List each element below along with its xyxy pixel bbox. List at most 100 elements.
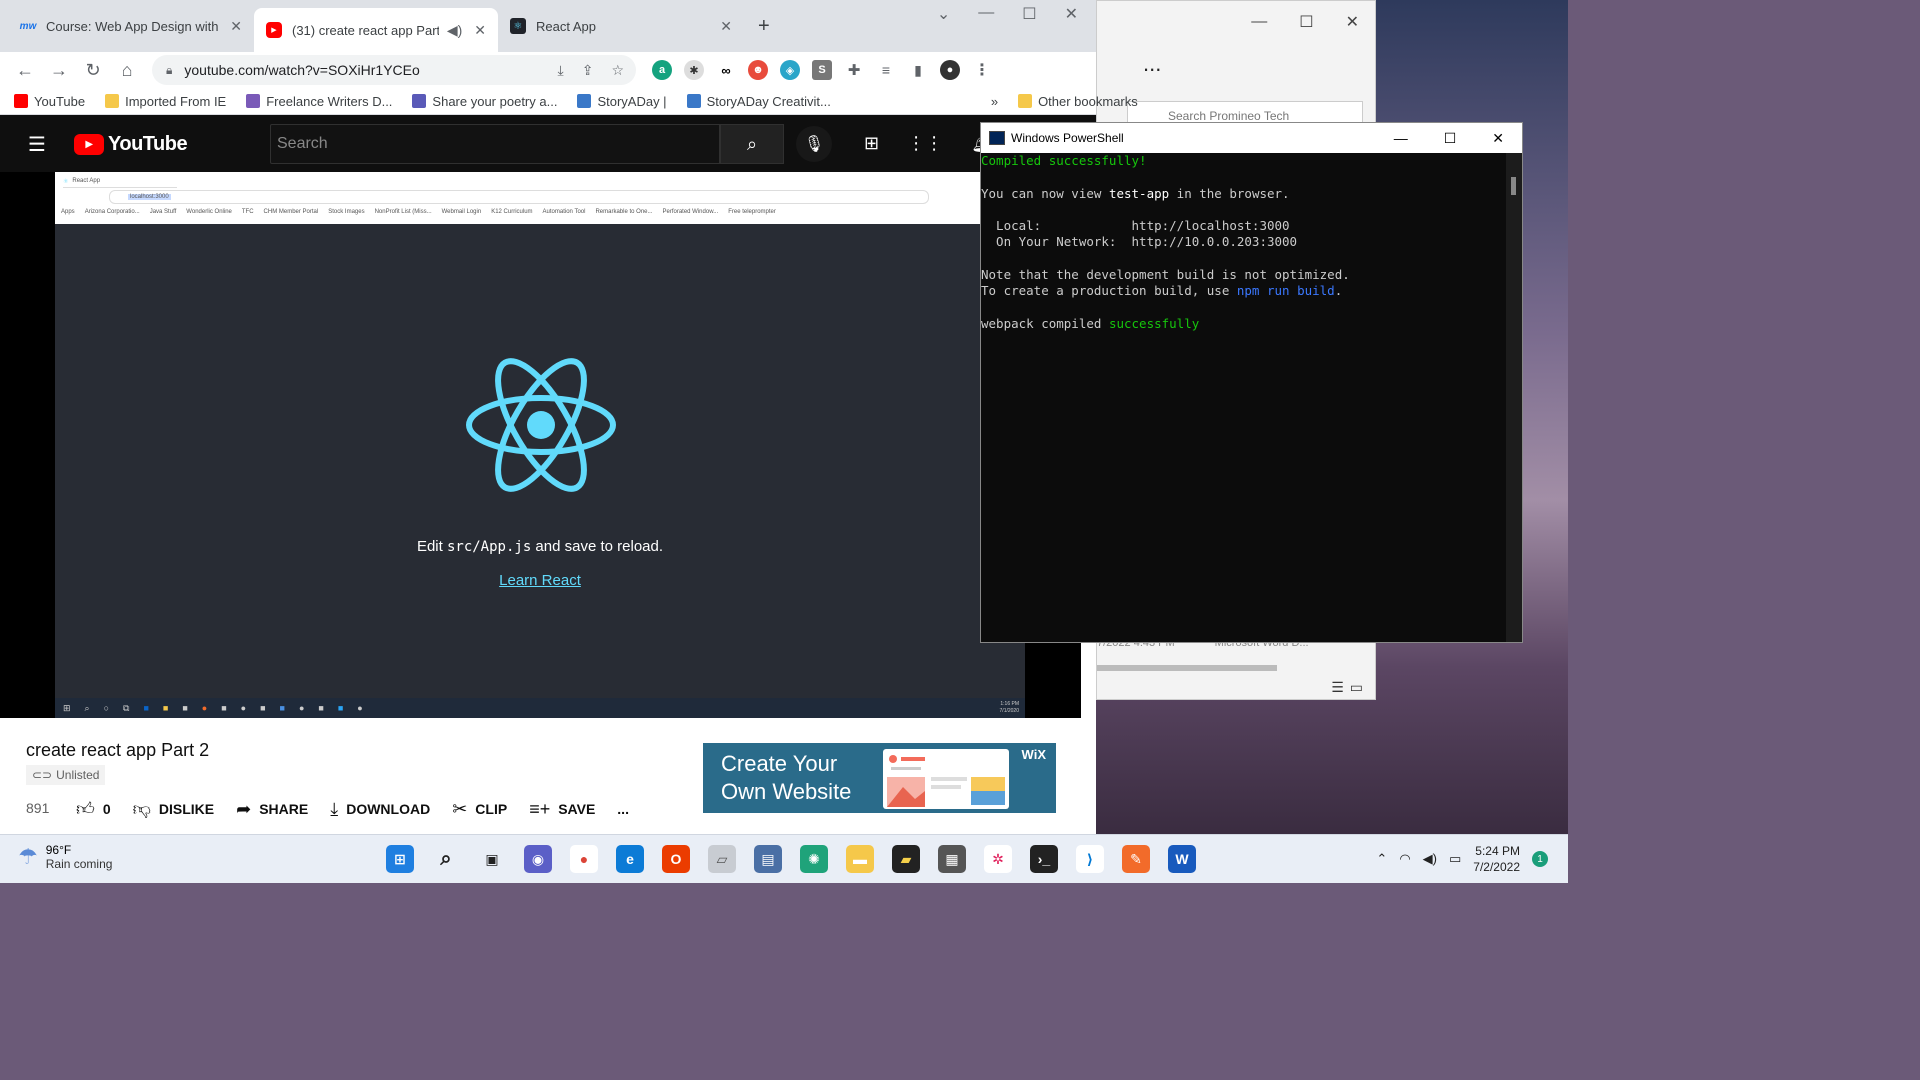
app-icon[interactable]: ▤: [754, 845, 782, 873]
search-input[interactable]: Search: [270, 124, 720, 164]
shield-icon[interactable]: ◈: [780, 60, 800, 80]
minimize-icon[interactable]: —: [978, 4, 994, 24]
vscode-icon[interactable]: ⟩: [1076, 845, 1104, 873]
other-bookmarks[interactable]: Other bookmarks: [1018, 94, 1138, 109]
hamburger-menu-icon[interactable]: ☰: [28, 132, 48, 157]
volume-icon[interactable]: ◀): [1423, 851, 1437, 867]
youtube-logo[interactable]: ▶ YouTube: [74, 133, 188, 156]
calculator-icon[interactable]: ▦: [938, 845, 966, 873]
bookmark-youtube[interactable]: YouTube: [14, 94, 85, 109]
close-tab-icon[interactable]: ✕: [230, 18, 242, 35]
powershell-titlebar[interactable]: Windows PowerShell — ☐ ✕: [981, 123, 1522, 153]
bookmark-imported[interactable]: Imported From IE: [105, 94, 226, 109]
tab-course[interactable]: mw Course: Web App Design with Re ✕: [8, 8, 254, 44]
download-button[interactable]: ⤓ DOWNLOAD: [330, 799, 430, 820]
tiles-view-icon[interactable]: ▭: [1350, 679, 1363, 696]
close-tab-icon[interactable]: ✕: [720, 18, 732, 35]
bookmark-storyaday-creativity[interactable]: StoryADay Creativit...: [686, 94, 831, 109]
tab-react-app[interactable]: ⚛ React App ✕: [498, 8, 744, 44]
new-tab-button[interactable]: +: [746, 8, 786, 44]
close-icon[interactable]: ✕: [1492, 130, 1504, 147]
bug-icon[interactable]: ✱: [684, 60, 704, 80]
avatar[interactable]: ●: [940, 60, 960, 80]
battery-icon[interactable]: ▭: [1449, 851, 1461, 867]
video-bookmark: Free teleprompter: [728, 209, 776, 215]
video-player[interactable]: ⚛ React App localhost:3000 Apps Arizona …: [0, 172, 1081, 718]
details-view-icon[interactable]: ☰: [1331, 679, 1344, 696]
glasses-icon[interactable]: ∞: [716, 60, 736, 80]
close-tab-icon[interactable]: ✕: [474, 22, 486, 39]
more-options-icon[interactable]: ...: [1143, 51, 1161, 77]
clock[interactable]: 5:24 PM 7/2/2022: [1473, 843, 1520, 875]
more-actions-button[interactable]: ...: [617, 801, 629, 817]
menu-icon[interactable]: ⋮: [972, 60, 992, 80]
chatgpt-icon[interactable]: ✺: [800, 845, 828, 873]
close-icon[interactable]: ✕: [1346, 12, 1359, 32]
s-extension-icon[interactable]: S: [812, 60, 832, 80]
video-frame[interactable]: ⚛ React App localhost:3000 Apps Arizona …: [55, 172, 1025, 718]
edge-icon[interactable]: e: [616, 845, 644, 873]
search-icon[interactable]: ⌕: [432, 845, 460, 873]
share-button[interactable]: ➦ SHARE: [236, 799, 308, 820]
url-text[interactable]: youtube.com/watch?v=SOXiHr1YCEo: [184, 62, 419, 78]
notification-badge[interactable]: 1: [1532, 851, 1548, 867]
task-view-icon[interactable]: ▣: [478, 845, 506, 873]
more-bookmarks-icon[interactable]: »: [991, 94, 998, 109]
sticky-notes-icon[interactable]: ▰: [892, 845, 920, 873]
slack-icon[interactable]: ✲: [984, 845, 1012, 873]
face-icon[interactable]: ☻: [748, 60, 768, 80]
maximize-icon[interactable]: ☐: [1022, 4, 1036, 24]
back-icon[interactable]: ←: [8, 60, 42, 81]
lock-icon[interactable]: 🔒︎: [166, 63, 172, 78]
save-button[interactable]: ≡+ SAVE: [529, 799, 595, 820]
explorer-horizontal-scrollbar[interactable]: [1097, 665, 1277, 671]
powershell-window[interactable]: Windows PowerShell — ☐ ✕ Compiled succes…: [980, 122, 1523, 643]
teams-chat-icon[interactable]: ◉: [524, 845, 552, 873]
omnibox[interactable]: 🔒︎ youtube.com/watch?v=SOXiHr1YCEo ⤓ ⇪ ☆: [152, 55, 636, 85]
app-icon[interactable]: ▱: [708, 845, 736, 873]
reload-icon[interactable]: ↻: [76, 60, 110, 81]
ad-banner[interactable]: Create Your Own Website WiX: [703, 743, 1056, 813]
postman-icon[interactable]: ✎: [1122, 845, 1150, 873]
puzzle-icon[interactable]: ✚: [844, 60, 864, 80]
forward-icon[interactable]: →: [42, 60, 76, 81]
terminal-scrollbar[interactable]: [1506, 153, 1522, 642]
create-icon[interactable]: ⊞: [864, 133, 879, 154]
like-button[interactable]: 👍︎ 0: [76, 798, 111, 820]
file-explorer-icon[interactable]: ▬: [846, 845, 874, 873]
terminal-icon[interactable]: ›_: [1030, 845, 1058, 873]
close-icon[interactable]: ✕: [1065, 4, 1078, 24]
start-icon[interactable]: ⊞: [386, 845, 414, 873]
home-icon[interactable]: ⌂: [110, 60, 144, 81]
minimize-icon[interactable]: —: [1394, 130, 1408, 147]
reading-list-icon[interactable]: ≡: [876, 60, 896, 80]
bookmark-freelance[interactable]: Freelance Writers D...: [246, 94, 392, 109]
tab-youtube[interactable]: ▶ (31) create react app Part 2 - ◀) ✕: [254, 8, 498, 52]
office-icon[interactable]: O: [662, 845, 690, 873]
chrome-icon[interactable]: ●: [570, 845, 598, 873]
weather-widget[interactable]: ☂ 96°F Rain coming: [18, 843, 112, 871]
mic-button[interactable]: 🎙︎: [796, 126, 832, 162]
apps-icon[interactable]: ⋮⋮: [907, 133, 943, 154]
minimize-icon[interactable]: —: [1251, 13, 1267, 31]
word-icon[interactable]: W: [1168, 845, 1196, 873]
clip-button[interactable]: ✂ CLIP: [452, 799, 507, 820]
terminal-output[interactable]: Compiled successfully! You can now view …: [981, 153, 1522, 332]
wifi-icon[interactable]: ◠: [1399, 851, 1410, 867]
grammarly-icon[interactable]: a: [652, 60, 672, 80]
scrollbar-thumb[interactable]: [1511, 177, 1516, 195]
bookmark-storyaday[interactable]: StoryADay |: [577, 94, 667, 109]
learn-react-link[interactable]: Learn React: [499, 572, 581, 589]
tab-search-icon[interactable]: ⌄: [937, 4, 950, 24]
star-icon[interactable]: ☆: [611, 62, 624, 79]
side-panel-icon[interactable]: ▮: [908, 60, 928, 80]
bookmark-poetry[interactable]: Share your poetry a...: [412, 94, 557, 109]
maximize-icon[interactable]: ☐: [1299, 12, 1313, 32]
mute-icon[interactable]: ◀): [447, 22, 462, 39]
dislike-button[interactable]: 👎︎ DISLIKE: [133, 798, 215, 820]
maximize-icon[interactable]: ☐: [1444, 130, 1457, 147]
chevron-up-icon[interactable]: ⌃: [1376, 851, 1387, 867]
install-icon[interactable]: ⤓: [558, 62, 564, 79]
share-icon[interactable]: ⇪: [582, 62, 594, 79]
search-button[interactable]: ⌕: [720, 124, 784, 164]
